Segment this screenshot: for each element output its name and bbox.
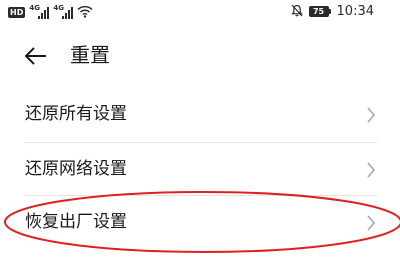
sim2-signal-icon: 4G [53, 4, 74, 19]
hd-badge: HD [8, 6, 26, 18]
list-item-label: 还原所有设置 [25, 104, 127, 124]
wifi-icon [77, 3, 93, 22]
mute-bell-icon [290, 2, 303, 21]
sim2-network-label: 4G [53, 4, 64, 12]
battery-icon: 75 [308, 6, 331, 17]
back-button[interactable] [22, 43, 48, 69]
list-item-label: 还原网络设置 [25, 159, 127, 179]
list-item-label: 恢复出厂设置 [25, 212, 127, 232]
list-item-factory-reset[interactable]: 恢复出厂设置 [0, 196, 400, 250]
list-item-reset-all-settings[interactable]: 还原所有设置 [0, 88, 400, 142]
arrow-left-icon [24, 47, 46, 65]
status-time: 10:34 [336, 4, 374, 19]
status-bar-left: HD 4G 4G [8, 4, 93, 20]
status-bar: HD 4G 4G 75 10:34 [0, 0, 400, 24]
chevron-right-icon [367, 162, 376, 178]
app-header: 重置 [0, 30, 400, 82]
page-title: 重置 [70, 43, 110, 67]
status-bar-right: 75 10:34 [290, 2, 374, 21]
list-item-reset-network-settings[interactable]: 还原网络设置 [0, 143, 400, 197]
chevron-right-icon [367, 107, 376, 123]
chevron-right-icon [367, 215, 376, 231]
sim1-signal-icon: 4G [29, 4, 50, 19]
sim1-network-label: 4G [29, 4, 40, 12]
